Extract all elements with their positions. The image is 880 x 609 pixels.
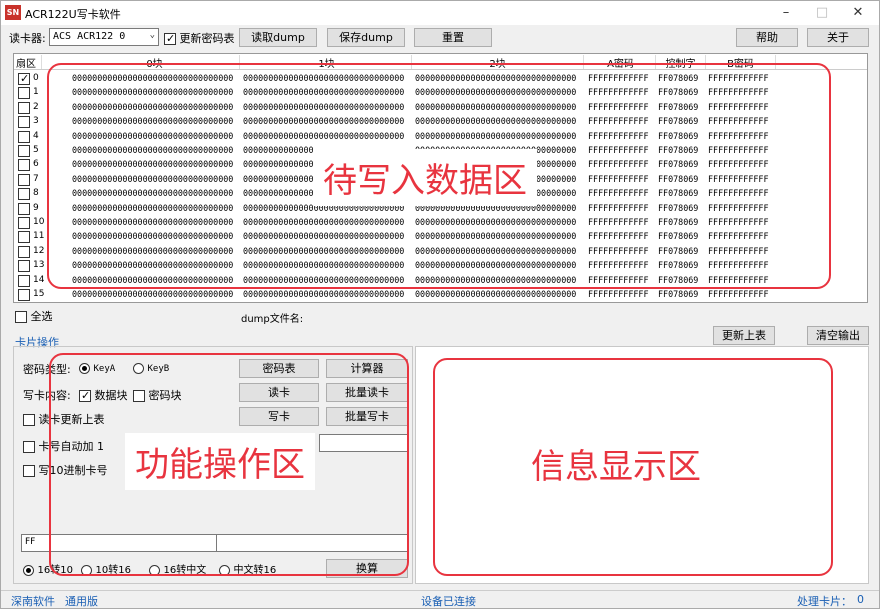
row-checkbox[interactable] [18, 173, 30, 186]
chevron-down-icon: ⌄ [149, 30, 155, 40]
close-icon[interactable]: ✕ [843, 3, 873, 23]
reader-select[interactable]: ACS ACR122 0 ⌄ [49, 28, 159, 46]
select-all-option[interactable]: 全选 [15, 308, 53, 324]
status-company: 深南软件 [11, 595, 55, 608]
sector-id: 5 [33, 145, 39, 155]
key-b-cell[interactable]: FFFFFFFFFFFF [708, 289, 769, 299]
func-area-annotation: 功能操作区 [125, 433, 315, 490]
update-pwd-checkbox[interactable] [164, 32, 176, 45]
row-checkbox[interactable] [18, 72, 30, 85]
auto-inc-checkbox[interactable] [23, 441, 35, 453]
row-checkbox[interactable] [18, 202, 30, 215]
sector-id: 15 [33, 289, 45, 299]
status-processed-count: 0 [857, 593, 864, 606]
row-checkbox[interactable] [18, 116, 30, 129]
minimize-icon[interactable]: – [771, 3, 801, 23]
reader-label: 读卡器: [9, 32, 46, 45]
read-update-checkbox[interactable] [23, 414, 35, 426]
toolbar: 读卡器: ACS ACR122 0 ⌄ 更新密码表 读取dump 保存dump … [1, 25, 879, 49]
select-all-checkbox[interactable] [15, 311, 27, 323]
sector-id: 9 [33, 202, 39, 213]
row-checkbox[interactable] [18, 101, 30, 114]
status-edition: 通用版 [65, 595, 98, 608]
row-checkbox[interactable] [18, 87, 30, 100]
reader-select-value: ACS ACR122 0 [53, 31, 126, 42]
help-button[interactable]: 帮助 [736, 28, 798, 47]
title-bar: SN ACR122U写卡软件 – □ ✕ [1, 1, 879, 25]
sector-id: 3 [33, 116, 39, 127]
row-checkbox[interactable] [18, 130, 30, 143]
status-processed-label: 处理卡片： [797, 595, 852, 608]
row-checkbox[interactable] [18, 231, 30, 244]
row-checkbox[interactable] [18, 145, 30, 157]
status-connection: 设备已连接 [421, 595, 476, 608]
main-window: SN ACR122U写卡软件 – □ ✕ 读卡器: ACS ACR122 0 ⌄… [0, 0, 880, 609]
data-area-annotation: 待写入数据区 [313, 149, 537, 206]
row-checkbox[interactable] [18, 217, 30, 229]
write-dec-checkbox[interactable] [23, 465, 35, 477]
read-dump-button[interactable]: 读取dump [239, 28, 317, 47]
sector-id: 13 [33, 260, 45, 271]
update-pwd-option[interactable]: 更新密码表 [164, 30, 235, 46]
sector-id: 1 [33, 87, 39, 98]
status-bar: 深南软件 通用版 设备已连接 处理卡片： 0 [1, 590, 879, 608]
header-sector: 扇区 [16, 55, 42, 70]
about-button[interactable]: 关于 [807, 28, 869, 47]
block0-cell[interactable]: 00000000000000000000000000000000 [72, 289, 233, 299]
sector-id: 8 [33, 188, 39, 199]
select-all-label: 全选 [30, 310, 53, 323]
row-checkbox[interactable] [18, 274, 30, 287]
sector-id: 4 [33, 130, 39, 141]
update-table-button[interactable]: 更新上表 [713, 326, 775, 345]
sector-id: 0 [33, 73, 39, 83]
control-cell[interactable]: FF078069 [658, 289, 698, 299]
sector-id: 7 [33, 173, 39, 184]
sector-id: 2 [33, 101, 39, 112]
radio-16-10[interactable] [23, 564, 34, 576]
sector-id: 10 [33, 217, 45, 227]
window-title: ACR122U写卡软件 [25, 8, 121, 21]
sector-id: 12 [33, 245, 45, 256]
row-checkbox[interactable] [18, 159, 30, 172]
clear-output-button[interactable]: 清空输出 [807, 326, 869, 345]
key-a-cell[interactable]: FFFFFFFFFFFF [588, 289, 649, 299]
dump-file-label: dump文件名: [241, 314, 304, 325]
update-pwd-label: 更新密码表 [179, 32, 235, 45]
reset-button[interactable]: 重置 [414, 28, 492, 47]
row-checkbox[interactable] [18, 245, 30, 258]
row-checkbox[interactable] [18, 188, 30, 201]
block1-cell[interactable]: 00000000000000000000000000000000 [243, 289, 404, 299]
sector-id: 6 [33, 159, 39, 170]
row-checkbox[interactable] [18, 289, 30, 301]
block2-cell[interactable]: 00000000000000000000000000000000 [415, 289, 576, 299]
info-area-annotation: 信息显示区 [531, 447, 701, 487]
row-checkbox[interactable] [18, 260, 30, 273]
maximize-icon[interactable]: □ [807, 3, 837, 23]
app-logo-icon: SN [5, 5, 21, 20]
save-dump-button[interactable]: 保存dump [327, 28, 405, 47]
sector-id: 11 [33, 231, 45, 242]
table-row[interactable]: 15 00000000000000000000000000000000 000000… [14, 288, 867, 302]
sector-id: 14 [33, 274, 45, 285]
